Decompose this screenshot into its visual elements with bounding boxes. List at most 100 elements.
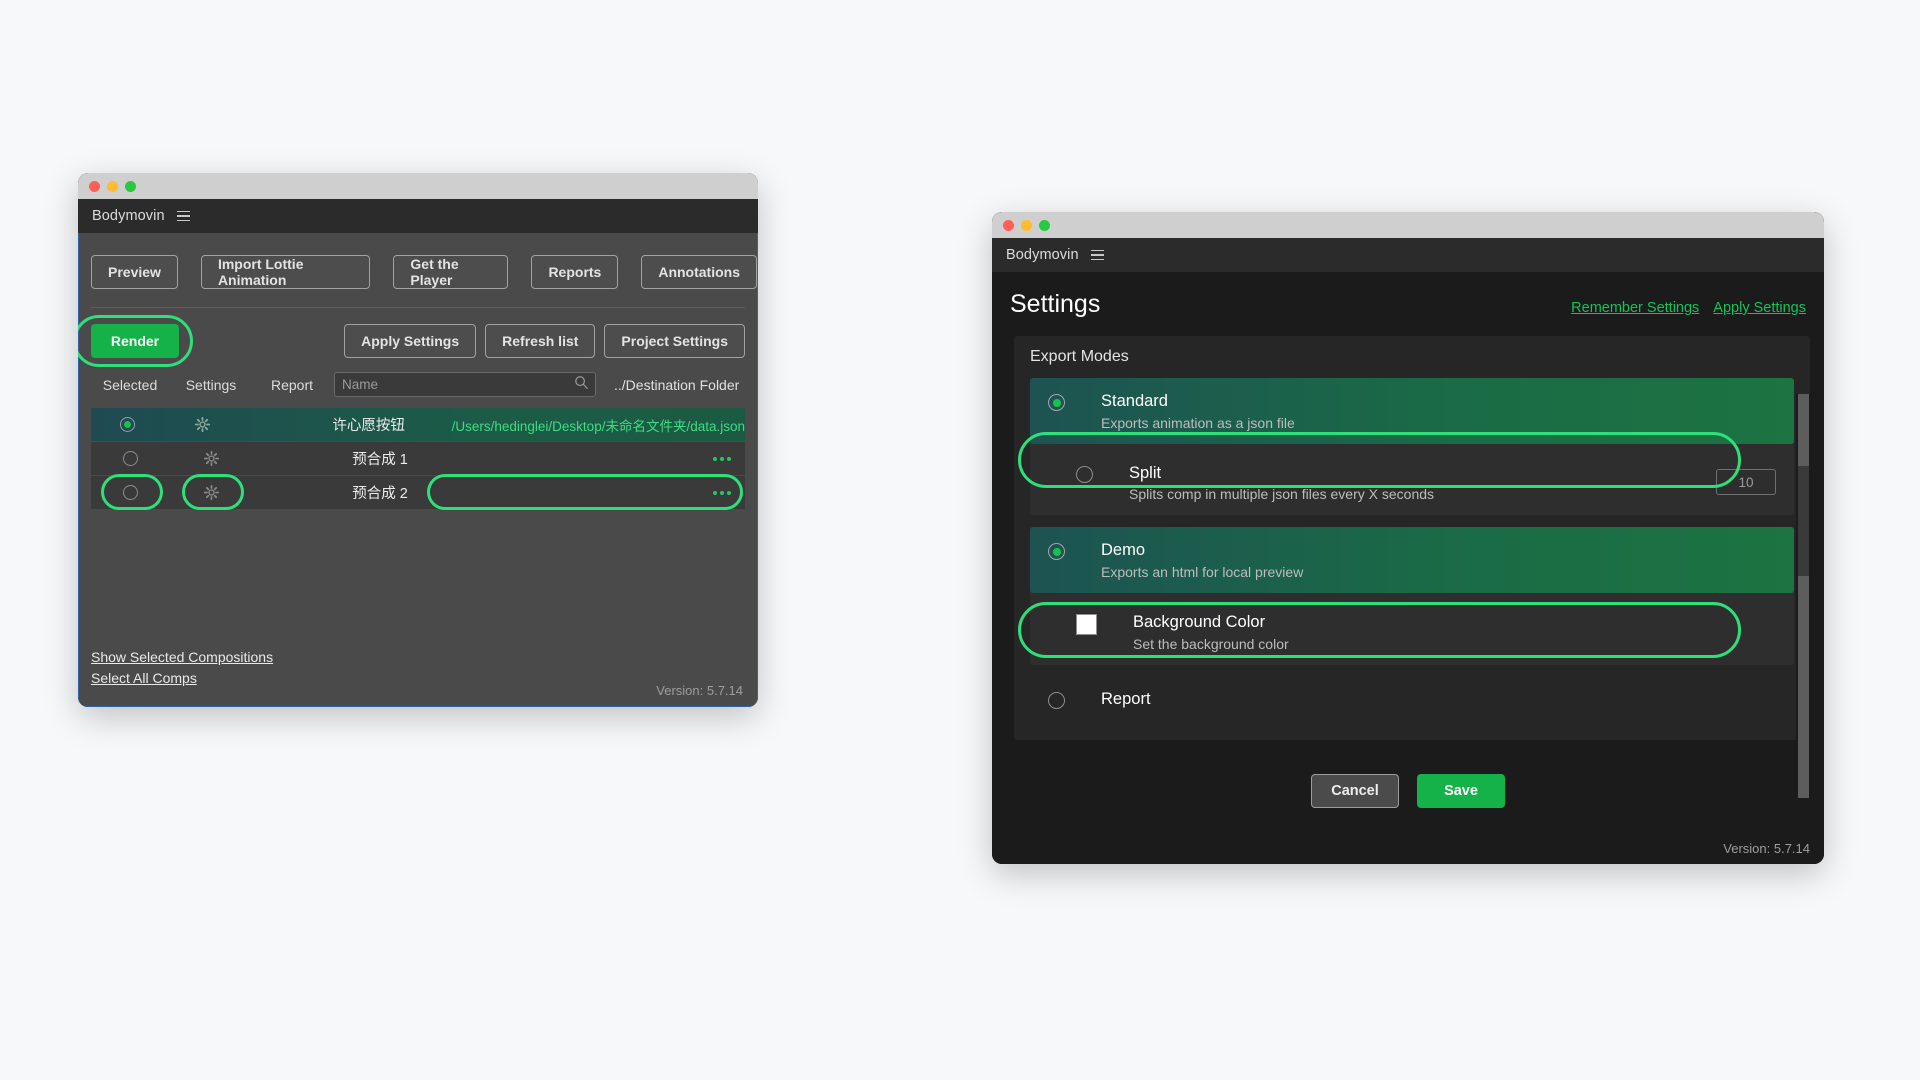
bottom-links: Show Selected Compositions Select All Co… [91,649,273,691]
bodymovin-settings-window: Bodymovin Settings Remember Settings App… [992,212,1824,864]
scrollbar-thumb[interactable] [1798,466,1809,576]
option-split[interactable]: Split Splits comp in multiple json files… [1058,450,1794,516]
render-button[interactable]: Render [91,324,179,358]
row-select-cell[interactable] [91,485,169,500]
composition-name: 预合成 1 [305,448,455,469]
maximize-window-button[interactable] [1039,220,1050,231]
right-window-body: Settings Remember Settings Apply Setting… [992,272,1824,864]
close-window-button[interactable] [1003,220,1014,231]
row-settings-cell[interactable] [164,417,242,432]
action-row: Render Apply Settings Refresh list Proje… [79,308,757,358]
row-settings-cell[interactable] [169,451,253,466]
option-demo[interactable]: Demo Exports an html for local preview [1030,527,1794,593]
report-text: Report [1101,689,1151,710]
composition-output-path[interactable]: /Users/hedinglei/Desktop/未命名文件夹/data.jso… [452,415,745,435]
standard-text: Standard Exports animation as a json fil… [1101,391,1295,431]
report-radio-icon[interactable] [1048,692,1065,709]
column-settings-label: Settings [169,377,253,393]
screen: Bodymovin Preview Import Lottie Animatio… [0,0,1920,1080]
remember-settings-link[interactable]: Remember Settings [1571,300,1699,316]
search-field-wrap [334,372,596,397]
select-all-comps-link[interactable]: Select All Comps [91,670,273,686]
gear-icon[interactable] [195,417,210,432]
option-title: Background Color [1133,613,1265,631]
apply-settings-link[interactable]: Apply Settings [1713,300,1806,316]
reports-button[interactable]: Reports [531,255,618,289]
export-modes-panel: Export Modes Standard Exports animation … [1014,336,1810,740]
cancel-button[interactable]: Cancel [1311,774,1399,808]
minimize-window-button[interactable] [107,181,118,192]
left-appbar: Bodymovin [78,199,758,233]
split-seconds-input[interactable]: 10 [1716,469,1776,495]
list-column-headers: Selected Settings Report ../Destination … [79,358,757,397]
option-subtitle: Splits comp in multiple json files every… [1129,486,1434,502]
right-version-label: Version: 5.7.14 [1723,841,1810,856]
maximize-window-button[interactable] [125,181,136,192]
left-app-title: Bodymovin [92,208,165,224]
refresh-list-button[interactable]: Refresh list [485,324,595,358]
composition-list: 许心愿按钮 /Users/hedinglei/Desktop/未命名文件夹/da… [91,408,745,510]
split-radio-icon[interactable] [1076,466,1093,483]
column-report-label: Report [253,377,331,393]
save-button[interactable]: Save [1417,774,1505,808]
left-window-titlebar[interactable] [78,173,758,199]
table-row[interactable]: 预合成 1 [91,442,745,476]
bodymovin-main-window: Bodymovin Preview Import Lottie Animatio… [78,173,758,707]
table-row[interactable]: 预合成 2 [91,476,745,510]
row-select-cell[interactable] [91,451,169,466]
demo-group: Demo Exports an html for local preview B… [1030,527,1794,664]
get-the-player-button[interactable]: Get the Player [393,255,508,289]
left-window-body: Preview Import Lottie Animation Get the … [78,233,758,707]
destination-folder-label: ../Destination Folder [614,377,739,393]
background-color-text: Background Color Set the background colo… [1133,612,1289,652]
option-title: Split [1129,464,1161,482]
column-selected-label: Selected [91,377,169,393]
preview-button[interactable]: Preview [91,255,178,289]
import-lottie-animation-button[interactable]: Import Lottie Animation [201,255,370,289]
search-input[interactable] [334,372,596,397]
row-radio-icon[interactable] [120,417,135,432]
demo-text: Demo Exports an html for local preview [1101,540,1303,580]
option-standard[interactable]: Standard Exports animation as a json fil… [1030,378,1794,444]
row-overflow-menu-icon[interactable] [713,491,731,495]
option-title: Demo [1101,541,1145,559]
settings-footer: Cancel Save [992,774,1824,808]
standard-radio-icon[interactable] [1048,394,1065,411]
settings-header: Settings Remember Settings Apply Setting… [992,272,1824,319]
action-button-group: Apply Settings Refresh list Project Sett… [344,324,745,358]
background-color-swatch[interactable] [1076,614,1097,635]
row-overflow-menu-icon[interactable] [713,457,731,461]
option-report[interactable]: Report [1030,675,1794,723]
close-window-button[interactable] [89,181,100,192]
row-radio-icon[interactable] [123,451,138,466]
gear-icon[interactable] [204,485,219,500]
option-title: Standard [1101,392,1168,410]
apply-settings-button[interactable]: Apply Settings [344,324,476,358]
export-modes-title: Export Modes [1030,348,1794,366]
scrollbar-track[interactable] [1798,394,1809,798]
split-text: Split Splits comp in multiple json files… [1129,463,1434,503]
gear-icon[interactable] [204,451,219,466]
right-appbar: Bodymovin [992,238,1824,272]
composition-name: 预合成 2 [305,482,455,503]
hamburger-icon[interactable] [177,211,190,222]
annotations-button[interactable]: Annotations [641,255,757,289]
row-settings-cell[interactable] [169,485,253,500]
row-radio-icon[interactable] [123,485,138,500]
left-version-label: Version: 5.7.14 [656,683,743,698]
settings-scrollbar[interactable] [1796,394,1810,798]
minimize-window-button[interactable] [1021,220,1032,231]
option-background-color[interactable]: Background Color Set the background colo… [1058,599,1794,665]
right-app-title: Bodymovin [1006,247,1079,263]
show-selected-compositions-link[interactable]: Show Selected Compositions [91,649,273,665]
settings-header-links: Remember Settings Apply Settings [1571,300,1806,316]
project-settings-button[interactable]: Project Settings [604,324,745,358]
right-window-titlebar[interactable] [992,212,1824,238]
table-row[interactable]: 许心愿按钮 /Users/hedinglei/Desktop/未命名文件夹/da… [91,408,745,442]
option-subtitle: Exports animation as a json file [1101,415,1295,431]
demo-radio-icon[interactable] [1048,543,1065,560]
option-subtitle: Set the background color [1133,636,1289,652]
row-select-cell[interactable] [91,417,164,432]
composition-name: 许心愿按钮 [294,414,444,435]
hamburger-icon[interactable] [1091,250,1104,261]
